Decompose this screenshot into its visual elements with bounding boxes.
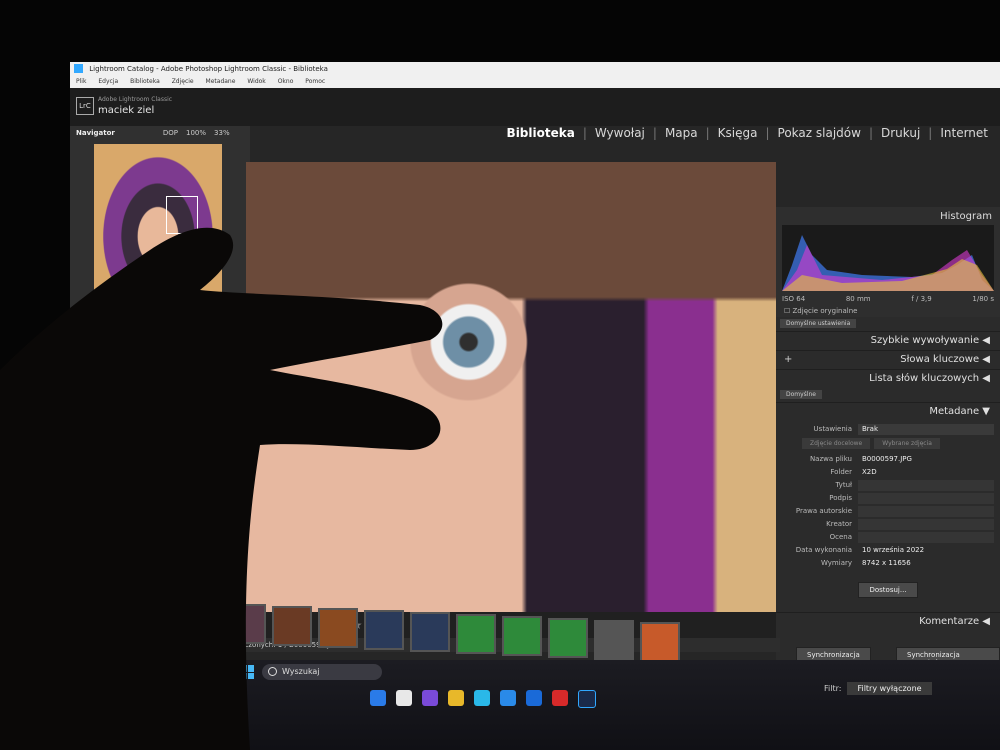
menu-library[interactable]: Biblioteka bbox=[130, 78, 160, 85]
metadata-row: Ocena bbox=[782, 531, 994, 544]
module-map[interactable]: Mapa bbox=[665, 126, 698, 146]
aperture: f / 3,9 bbox=[911, 295, 932, 303]
module-slideshow[interactable]: Pokaz slajdów bbox=[778, 126, 861, 146]
store-icon[interactable] bbox=[500, 690, 516, 706]
filmstrip-thumb[interactable] bbox=[594, 620, 634, 660]
menu-bar: Plik Edycja Biblioteka Zdjęcie Metadane … bbox=[70, 76, 1000, 88]
hand-silhouette bbox=[0, 227, 443, 750]
lightroom-taskbar-icon[interactable] bbox=[578, 690, 596, 708]
plus-icon[interactable]: + bbox=[776, 351, 792, 369]
filmstrip-filter: Filtr: Filtry wyłączone bbox=[824, 682, 932, 695]
metadata-row: Podpis bbox=[782, 492, 994, 505]
edge-icon[interactable] bbox=[474, 690, 490, 706]
module-print[interactable]: Drukuj bbox=[881, 126, 920, 146]
histogram-graph bbox=[782, 225, 994, 291]
metadata-row: Folder X2D bbox=[830, 468, 877, 476]
app-icon[interactable] bbox=[526, 690, 542, 706]
shutter: 1/80 s bbox=[972, 295, 994, 303]
focal-length: 80 mm bbox=[845, 295, 871, 303]
lrc-logo: LrC bbox=[76, 97, 94, 115]
metadata-preset[interactable]: Domyślne bbox=[776, 388, 1000, 402]
metadata-defaults-row: Ustawienia domyślne Brak bbox=[782, 423, 994, 446]
navigator-title: Navigator bbox=[76, 129, 115, 137]
iso: ISO 64 bbox=[782, 295, 806, 303]
customize-button[interactable]: Dostosuj... bbox=[858, 582, 918, 598]
metadata-row: Data wykonania 10 września 2022 bbox=[795, 546, 925, 554]
metadata-defaults-select[interactable]: Brak bbox=[858, 424, 994, 435]
menu-photo[interactable]: Zdjęcie bbox=[172, 78, 194, 85]
filter-select[interactable]: Filtry wyłączone bbox=[847, 682, 932, 695]
zoom-fit[interactable]: DOP bbox=[163, 126, 178, 140]
module-develop[interactable]: Wywołaj bbox=[595, 126, 645, 146]
quick-develop-header[interactable]: Szybkie wywoływanie ◀ bbox=[776, 331, 1000, 350]
menu-help[interactable]: Pomoc bbox=[305, 78, 325, 85]
window-title: Lightroom Catalog - Adobe Photoshop Ligh… bbox=[89, 65, 328, 73]
histogram-title[interactable]: Histogram bbox=[940, 211, 992, 222]
mcafee-icon[interactable] bbox=[552, 690, 568, 706]
quick-develop-preset[interactable]: Domyślne ustawienia bbox=[776, 317, 1000, 331]
original-photo-label: Zdjęcie oryginalne bbox=[792, 307, 858, 315]
module-book[interactable]: Księga bbox=[718, 126, 758, 146]
histogram-panel: Histogram ISO 64 80 mm f / 3,9 1/80 s ☐ … bbox=[776, 207, 1000, 317]
keywording-header[interactable]: + Słowa kluczowe ◀ bbox=[776, 350, 1000, 369]
metadata-row: Kreator bbox=[782, 518, 994, 531]
right-panels: Domyślne ustawienia Szybkie wywoływanie … bbox=[776, 317, 1000, 637]
zoom-100[interactable]: 100% bbox=[186, 126, 206, 140]
exif-info: ISO 64 80 mm f / 3,9 1/80 s bbox=[782, 295, 994, 303]
tab-selected-photos[interactable]: Wybrane zdjęcia bbox=[874, 438, 940, 449]
tab-target-photo[interactable]: Zdjęcie docelowe bbox=[802, 438, 871, 449]
keyword-list-header[interactable]: Lista słów kluczowych ◀ bbox=[776, 369, 1000, 388]
zoom-33[interactable]: 33% bbox=[214, 126, 230, 140]
original-photo-checkbox[interactable]: ☐ Zdjęcie oryginalne bbox=[784, 307, 857, 315]
menu-edit[interactable]: Edycja bbox=[98, 78, 118, 85]
filmstrip-thumb[interactable] bbox=[548, 618, 588, 658]
menu-metadata[interactable]: Metadane bbox=[206, 78, 236, 85]
window-titlebar: Lightroom Catalog - Adobe Photoshop Ligh… bbox=[70, 62, 1000, 76]
metadata-header[interactable]: Metadane ▼ bbox=[776, 402, 1000, 421]
metadata-row: Prawa autorskie bbox=[782, 505, 994, 518]
metadata-row: Tytuł bbox=[782, 479, 994, 492]
module-web[interactable]: Internet bbox=[940, 126, 988, 146]
menu-file[interactable]: Plik bbox=[76, 78, 86, 85]
filmstrip-thumb[interactable] bbox=[640, 622, 680, 662]
module-library[interactable]: Biblioteka bbox=[507, 126, 575, 146]
lightroom-app-icon bbox=[74, 64, 83, 73]
app-name: Adobe Lightroom Classic bbox=[98, 96, 173, 103]
menu-window[interactable]: Okno bbox=[278, 78, 294, 85]
module-picker: Biblioteka | Wywołaj | Mapa | Księga | Pokaz… bbox=[507, 126, 988, 146]
metadata-row: Nazwa pliku B0000597.JPG bbox=[809, 455, 912, 463]
metadata-target-tabs: Zdjęcie docelowe Wybrane zdjęcia bbox=[802, 438, 994, 449]
navigator-header[interactable]: Navigator DOP 100% 33% bbox=[70, 126, 250, 140]
metadata-body: Ustawienia domyślne Brak Zdjęcie docelow… bbox=[776, 421, 1000, 600]
identity-plate: LrC Adobe Lightroom Classic maciek ziel bbox=[70, 88, 1000, 126]
menu-view[interactable]: Widok bbox=[247, 78, 265, 85]
filmstrip-thumb[interactable] bbox=[502, 616, 542, 656]
metadata-row: Wymiary 8742 x 11656 bbox=[820, 559, 911, 567]
user-name[interactable]: maciek ziel bbox=[98, 105, 154, 116]
